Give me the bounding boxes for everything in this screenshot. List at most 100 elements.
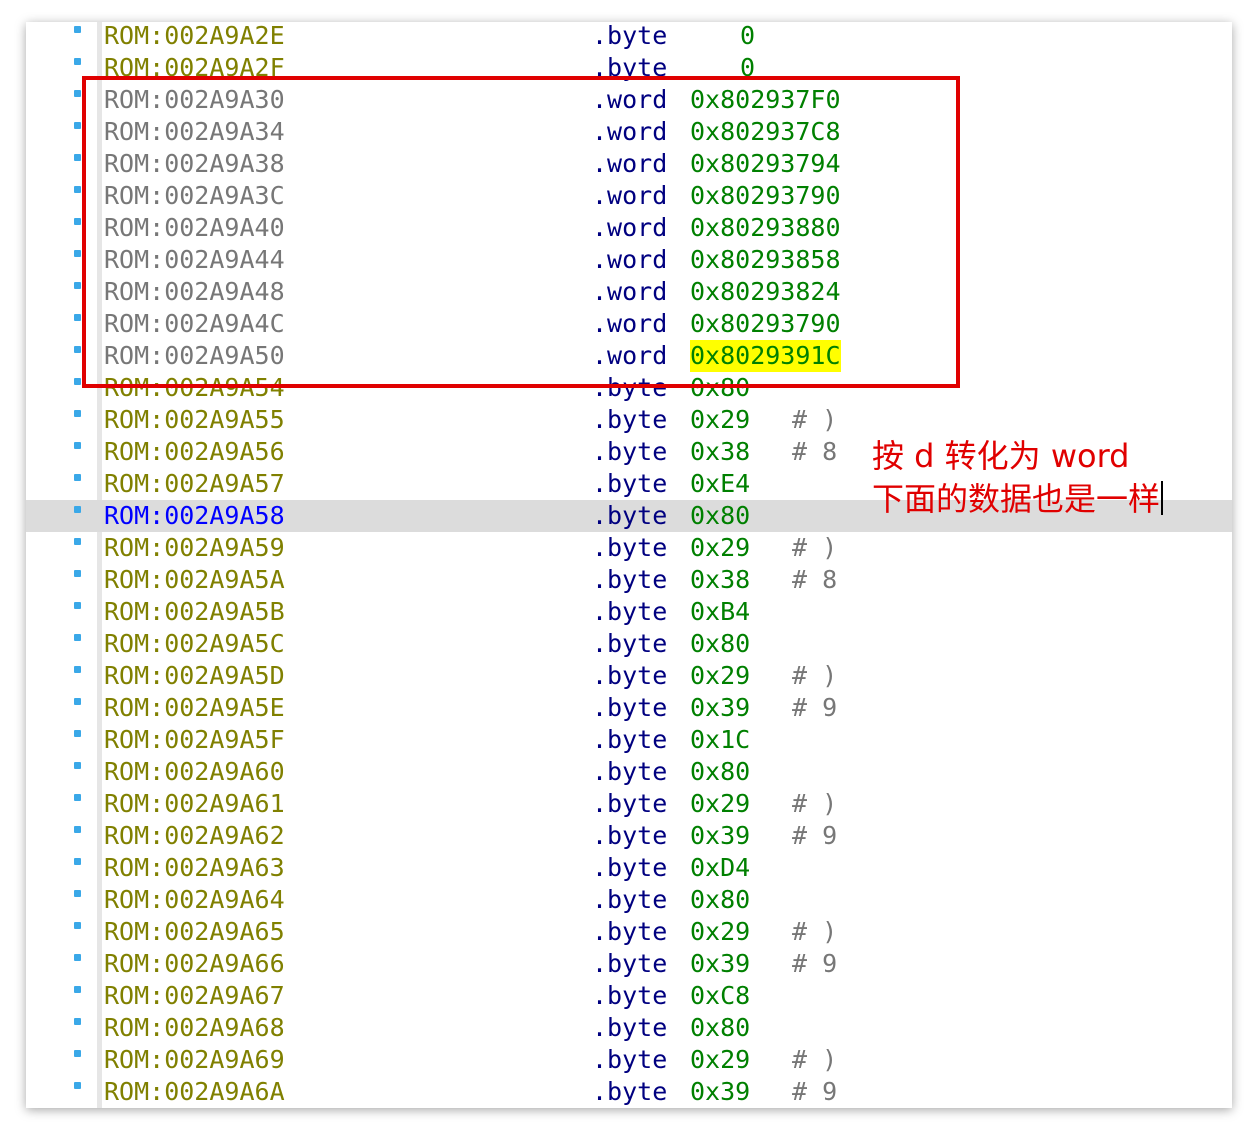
row-value[interactable]: 0x29 xyxy=(690,532,750,564)
breakpoint-marker-icon[interactable] xyxy=(74,250,81,257)
row-directive[interactable]: .byte xyxy=(592,532,667,564)
row-address[interactable]: ROM:002A9A2E xyxy=(104,22,285,52)
row-value[interactable]: 0x80 xyxy=(690,500,750,532)
breakpoint-marker-icon[interactable] xyxy=(74,58,81,65)
row-address[interactable]: ROM:002A9A57 xyxy=(104,468,285,500)
row-directive[interactable]: .byte xyxy=(592,884,667,916)
row-directive[interactable]: .byte xyxy=(592,692,667,724)
row-value[interactable]: 0 xyxy=(740,22,755,52)
breakpoint-marker-icon[interactable] xyxy=(74,730,81,737)
listing-row[interactable]: ROM:002A9A5B .byte 0xB4 xyxy=(26,596,1232,628)
breakpoint-marker-icon[interactable] xyxy=(74,634,81,641)
row-address[interactable]: ROM:002A9A55 xyxy=(104,404,285,436)
breakpoint-marker-icon[interactable] xyxy=(74,602,81,609)
row-address[interactable]: ROM:002A9A5F xyxy=(104,724,285,756)
row-directive[interactable]: .byte xyxy=(592,820,667,852)
row-address[interactable]: ROM:002A9A5C xyxy=(104,628,285,660)
listing-row[interactable]: ROM:002A9A62 .byte 0x39 # 9 xyxy=(26,820,1232,852)
row-directive[interactable]: .byte xyxy=(592,1076,667,1108)
breakpoint-marker-icon[interactable] xyxy=(74,762,81,769)
row-address[interactable]: ROM:002A9A69 xyxy=(104,1044,285,1076)
breakpoint-marker-icon[interactable] xyxy=(74,186,81,193)
row-address[interactable]: ROM:002A9A5A xyxy=(104,564,285,596)
listing-row[interactable]: ROM:002A9A5D .byte 0x29 # ) xyxy=(26,660,1232,692)
listing-row[interactable]: ROM:002A9A59 .byte 0x29 # ) xyxy=(26,532,1232,564)
row-value[interactable]: 0x39 xyxy=(690,1076,750,1108)
listing-row[interactable]: ROM:002A9A55 .byte 0x29 # ) xyxy=(26,404,1232,436)
row-address[interactable]: ROM:002A9A5D xyxy=(104,660,285,692)
breakpoint-marker-icon[interactable] xyxy=(74,858,81,865)
row-address[interactable]: ROM:002A9A60 xyxy=(104,756,285,788)
breakpoint-marker-icon[interactable] xyxy=(74,474,81,481)
row-address[interactable]: ROM:002A9A5E xyxy=(104,692,285,724)
row-value[interactable]: 0x29 xyxy=(690,916,750,948)
row-address[interactable]: ROM:002A9A61 xyxy=(104,788,285,820)
row-directive[interactable]: .byte xyxy=(592,1044,667,1076)
row-directive[interactable]: .byte xyxy=(592,436,667,468)
breakpoint-marker-icon[interactable] xyxy=(74,538,81,545)
listing-row[interactable]: ROM:002A9A60 .byte 0x80 xyxy=(26,756,1232,788)
row-directive[interactable]: .byte xyxy=(592,404,667,436)
breakpoint-marker-icon[interactable] xyxy=(74,218,81,225)
row-address[interactable]: ROM:002A9A6A xyxy=(104,1076,285,1108)
row-address[interactable]: ROM:002A9A66 xyxy=(104,948,285,980)
listing-row[interactable]: ROM:002A9A61 .byte 0x29 # ) xyxy=(26,788,1232,820)
row-directive[interactable]: .byte xyxy=(592,724,667,756)
row-directive[interactable]: .byte xyxy=(592,852,667,884)
breakpoint-marker-icon[interactable] xyxy=(74,826,81,833)
row-value[interactable]: 0xD4 xyxy=(690,852,750,884)
breakpoint-marker-icon[interactable] xyxy=(74,922,81,929)
breakpoint-marker-icon[interactable] xyxy=(74,26,81,33)
listing-row[interactable]: ROM:002A9A2E .byte 0 xyxy=(26,22,1232,52)
row-value[interactable]: 0x39 xyxy=(690,820,750,852)
row-value[interactable]: 0x29 xyxy=(690,660,750,692)
breakpoint-marker-icon[interactable] xyxy=(74,1018,81,1025)
row-value[interactable]: 0x29 xyxy=(690,404,750,436)
breakpoint-marker-icon[interactable] xyxy=(74,314,81,321)
row-address[interactable]: ROM:002A9A65 xyxy=(104,916,285,948)
listing-row[interactable]: ROM:002A9A64 .byte 0x80 xyxy=(26,884,1232,916)
row-address[interactable]: ROM:002A9A62 xyxy=(104,820,285,852)
breakpoint-marker-icon[interactable] xyxy=(74,1050,81,1057)
breakpoint-marker-icon[interactable] xyxy=(74,442,81,449)
breakpoint-marker-icon[interactable] xyxy=(74,154,81,161)
listing-row[interactable]: ROM:002A9A6A .byte 0x39 # 9 xyxy=(26,1076,1232,1108)
breakpoint-marker-icon[interactable] xyxy=(74,122,81,129)
breakpoint-marker-icon[interactable] xyxy=(74,666,81,673)
row-directive[interactable]: .byte xyxy=(592,628,667,660)
listing-row[interactable]: ROM:002A9A68 .byte 0x80 xyxy=(26,1012,1232,1044)
breakpoint-marker-icon[interactable] xyxy=(74,1082,81,1089)
breakpoint-marker-icon[interactable] xyxy=(74,346,81,353)
breakpoint-marker-icon[interactable] xyxy=(74,954,81,961)
listing-row[interactable]: ROM:002A9A5F .byte 0x1C xyxy=(26,724,1232,756)
listing-row[interactable]: ROM:002A9A67 .byte 0xC8 xyxy=(26,980,1232,1012)
row-value[interactable]: 0x80 xyxy=(690,756,750,788)
breakpoint-marker-icon[interactable] xyxy=(74,410,81,417)
row-value[interactable]: 0xC8 xyxy=(690,980,750,1012)
row-value[interactable]: 0x80 xyxy=(690,628,750,660)
row-directive[interactable]: .byte xyxy=(592,660,667,692)
row-address[interactable]: ROM:002A9A56 xyxy=(104,436,285,468)
row-address[interactable]: ROM:002A9A59 xyxy=(104,532,285,564)
listing-row[interactable]: ROM:002A9A5C .byte 0x80 xyxy=(26,628,1232,660)
row-address[interactable]: ROM:002A9A68 xyxy=(104,1012,285,1044)
row-directive[interactable]: .byte xyxy=(592,980,667,1012)
row-directive[interactable]: .byte xyxy=(592,948,667,980)
row-value[interactable]: 0x29 xyxy=(690,1044,750,1076)
row-directive[interactable]: .byte xyxy=(592,1012,667,1044)
breakpoint-marker-icon[interactable] xyxy=(74,986,81,993)
row-value[interactable]: 0xE4 xyxy=(690,468,750,500)
listing-row[interactable]: ROM:002A9A66 .byte 0x39 # 9 xyxy=(26,948,1232,980)
row-directive[interactable]: .byte xyxy=(592,788,667,820)
breakpoint-marker-icon[interactable] xyxy=(74,890,81,897)
breakpoint-marker-icon[interactable] xyxy=(74,794,81,801)
row-directive[interactable]: .byte xyxy=(592,500,667,532)
row-value[interactable]: 0x39 xyxy=(690,692,750,724)
row-value[interactable]: 0x38 xyxy=(690,564,750,596)
row-value[interactable]: 0x29 xyxy=(690,788,750,820)
row-value[interactable]: 0xB4 xyxy=(690,596,750,628)
breakpoint-marker-icon[interactable] xyxy=(74,378,81,385)
listing-row[interactable]: ROM:002A9A65 .byte 0x29 # ) xyxy=(26,916,1232,948)
breakpoint-marker-icon[interactable] xyxy=(74,698,81,705)
row-value[interactable]: 0x1C xyxy=(690,724,750,756)
